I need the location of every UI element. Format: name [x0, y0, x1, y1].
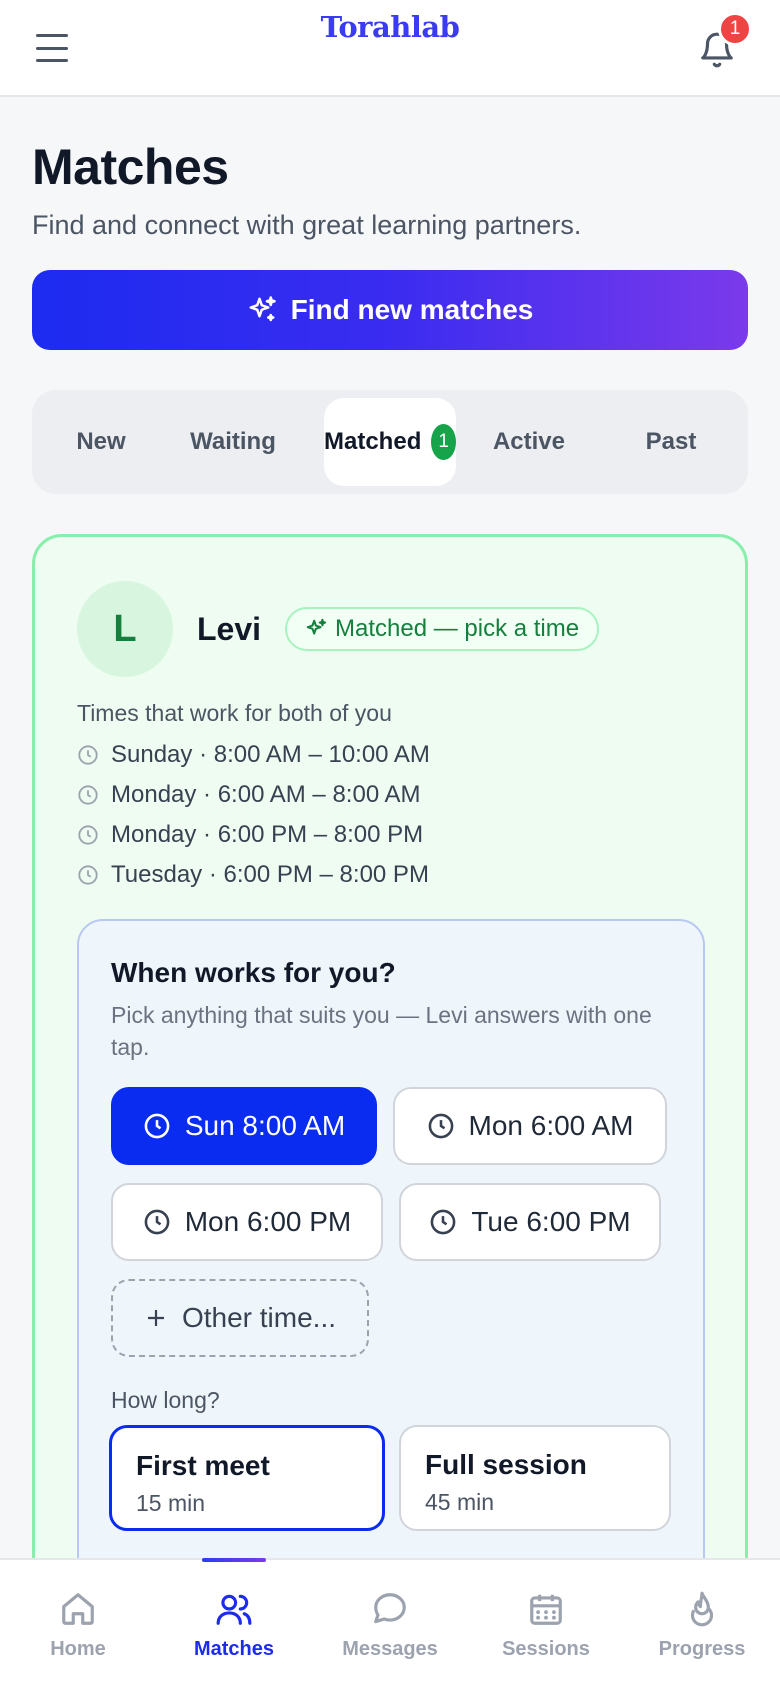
other-time-button[interactable]: Other time...	[111, 1279, 369, 1357]
tab-label: New	[76, 428, 126, 455]
time-option-label: Mon 6:00 AM	[468, 1110, 634, 1141]
nav-label: Matches	[193, 1638, 275, 1660]
time-option-label: Mon 6:00 PM	[184, 1206, 352, 1237]
duration-title-label: First meet	[136, 1450, 270, 1481]
shared-time-item: Monday · 6:00 AM – 8:00 AM	[77, 781, 421, 809]
clock-icon	[428, 1113, 453, 1139]
duration-length-label: 45 min	[425, 1489, 495, 1515]
duration-length-label: 15 min	[136, 1490, 206, 1516]
shared-time-item: Tuesday · 6:00 PM – 8:00 PM	[77, 861, 429, 889]
calendar-icon	[530, 1594, 562, 1625]
clock-icon	[144, 1209, 170, 1235]
duration-option-first-meet[interactable]: First meet 15 min	[109, 1425, 385, 1531]
tab-past[interactable]: Past	[610, 398, 732, 486]
nav-label: Progress	[658, 1638, 746, 1660]
tab-active[interactable]: Active	[468, 398, 590, 486]
shared-time-item: Monday · 6:00 PM – 8:00 PM	[77, 821, 423, 849]
clock-icon	[78, 865, 98, 885]
home-icon	[62, 1593, 94, 1625]
nav-home[interactable]: Home	[0, 1590, 156, 1661]
notification-count-badge: 1	[718, 12, 752, 46]
duration-title: How long?	[111, 1387, 220, 1413]
tab-label: Past	[645, 428, 697, 455]
flame-icon	[690, 1591, 714, 1627]
match-card: L Levi Matched — pick a time Times that …	[32, 534, 748, 1688]
nav-label: Messages	[342, 1638, 438, 1660]
duration-option-full-session[interactable]: Full session 45 min	[399, 1425, 671, 1531]
plus-icon	[147, 1310, 164, 1326]
page-subtitle: Find and connect with great learning par…	[32, 210, 582, 240]
match-name: Levi	[197, 611, 262, 647]
duration-title-label: Full session	[425, 1449, 587, 1480]
tab-label: Waiting	[190, 428, 276, 455]
tab-waiting[interactable]: Waiting	[172, 398, 294, 486]
notifications-button[interactable]: 1	[694, 12, 752, 72]
shared-times-title: Times that work for both of you	[77, 700, 392, 726]
shared-time-label: Sunday · 8:00 AM – 10:00 AM	[111, 741, 430, 768]
find-new-matches-button[interactable]: Find new matches	[32, 270, 748, 350]
clock-icon	[430, 1209, 456, 1235]
time-option-mon-6am[interactable]: Mon 6:00 AM	[393, 1087, 667, 1165]
bottom-navigation: Home Matches Messages Sessions Progress	[0, 1558, 780, 1688]
tab-label: Active	[492, 428, 566, 455]
nav-progress[interactable]: Progress	[624, 1590, 780, 1661]
time-picker-description: Pick anything that suits you — Levi answ…	[111, 1002, 652, 1060]
clock-icon	[78, 745, 98, 765]
app-logo[interactable]: Torahlab	[0, 10, 780, 44]
time-option-label: Sun 8:00 AM	[184, 1110, 346, 1141]
status-badge: Matched — pick a time	[285, 607, 600, 651]
match-status-tabs: New Waiting Matched 1 Active Past	[32, 390, 748, 494]
page-title: Matches	[32, 139, 229, 195]
tab-label: Matched	[324, 428, 422, 455]
app-header: Torahlab 1	[0, 0, 780, 97]
clock-icon	[78, 785, 98, 805]
sparkles-icon	[306, 618, 327, 635]
shared-time-label: Tuesday · 6:00 PM – 8:00 PM	[111, 861, 429, 888]
shared-time-label: Monday · 6:00 AM – 8:00 AM	[111, 781, 421, 808]
tab-matched[interactable]: Matched 1	[324, 398, 456, 486]
nav-label: Sessions	[502, 1638, 590, 1660]
nav-messages[interactable]: Messages	[312, 1590, 468, 1661]
status-label: Matched — pick a time	[335, 615, 580, 642]
avatar: L	[77, 581, 173, 677]
tab-new[interactable]: New	[40, 398, 162, 486]
time-option-tue-6pm[interactable]: Tue 6:00 PM	[399, 1183, 661, 1261]
clock-icon	[144, 1113, 170, 1139]
other-time-label: Other time...	[181, 1302, 337, 1333]
time-picker-title: When works for you?	[111, 957, 396, 988]
nav-matches[interactable]: Matches	[156, 1590, 312, 1661]
matched-count-badge: 1	[431, 424, 456, 460]
time-option-mon-6pm[interactable]: Mon 6:00 PM	[111, 1183, 383, 1261]
time-option-sun-8am[interactable]: Sun 8:00 AM	[111, 1087, 377, 1165]
nav-label: Home	[50, 1638, 106, 1660]
time-option-label: Tue 6:00 PM	[471, 1206, 631, 1237]
shared-time-label: Monday · 6:00 PM – 8:00 PM	[111, 821, 424, 848]
nav-sessions[interactable]: Sessions	[468, 1590, 624, 1661]
users-icon	[216, 1594, 252, 1625]
chat-bubble-icon	[374, 1593, 406, 1624]
sparkles-icon	[249, 296, 276, 322]
active-tab-indicator	[202, 1558, 266, 1562]
clock-icon	[78, 825, 98, 845]
find-new-matches-label: Find new matches	[290, 294, 534, 325]
shared-time-item: Sunday · 8:00 AM – 10:00 AM	[77, 741, 430, 769]
